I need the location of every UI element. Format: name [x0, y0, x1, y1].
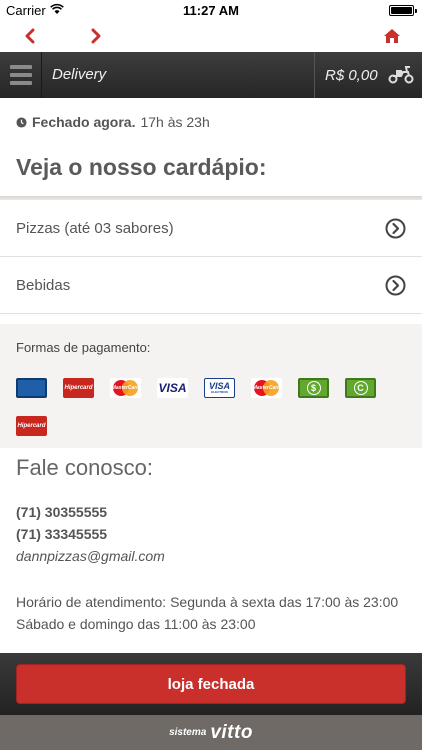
- circle-chevron-right-icon: [385, 275, 406, 296]
- phone-number[interactable]: (71) 33345555: [16, 526, 107, 542]
- clock-icon: [16, 116, 27, 128]
- back-button[interactable]: [18, 24, 42, 48]
- circle-chevron-right-icon: [385, 218, 406, 239]
- footer-bar: loja fechada: [0, 653, 422, 715]
- brand-prefix: sistema: [169, 727, 207, 738]
- hamburger-icon: [9, 65, 32, 69]
- brand-logo: vitto: [210, 721, 253, 743]
- phone-number[interactable]: (71) 30355555: [16, 504, 107, 520]
- clock-time: 11:27 AM: [183, 3, 239, 18]
- visa-card-icon: VISA: [157, 378, 188, 398]
- payment-title: Formas de pagamento:: [16, 340, 151, 355]
- store-closed-label: Fechado agora.: [32, 114, 136, 130]
- battery-icon: [389, 5, 417, 16]
- chevron-right-icon: [91, 28, 101, 44]
- app-header: Delivery R$ 0,00: [0, 52, 422, 98]
- visa-electron-card-icon: VISA ELECTRON: [204, 378, 235, 398]
- check-icon: C: [345, 378, 376, 398]
- opening-hours-weekend: Sábado e domingo das 11:00 às 23:00: [16, 616, 256, 632]
- category-bebidas[interactable]: Bebidas: [0, 257, 422, 314]
- category-pizzas[interactable]: Pizzas (até 03 sabores): [0, 200, 422, 257]
- cart-button[interactable]: R$ 0,00: [314, 52, 422, 98]
- hipercard-card-icon: Hipercard: [16, 416, 47, 436]
- amex-card-icon: [16, 378, 47, 398]
- category-label: Bebidas: [16, 277, 71, 294]
- nav-bar: [0, 20, 422, 52]
- header-title: Delivery: [52, 66, 107, 83]
- home-button[interactable]: [380, 24, 404, 48]
- status-bar: Carrier 11:27 AM: [0, 0, 422, 20]
- forward-button[interactable]: [84, 24, 108, 48]
- store-closed-button[interactable]: loja fechada: [16, 664, 406, 704]
- mastercard-card-icon: MasterCard: [110, 378, 141, 398]
- store-status: Fechado agora. 17h às 23h: [16, 114, 210, 130]
- brand-bar: sistema vitto: [0, 715, 422, 750]
- chevron-left-icon: [25, 28, 35, 44]
- opening-hours-weekdays: Horário de atendimento: Segunda à sexta …: [16, 594, 399, 610]
- menu-heading: Veja o nosso cardápio:: [16, 154, 267, 180]
- cash-icon: $: [298, 378, 329, 398]
- payment-methods-row: Hipercard: [16, 416, 47, 436]
- menu-button[interactable]: [0, 52, 42, 98]
- scooter-icon: [388, 66, 414, 84]
- cart-total: R$ 0,00: [325, 67, 378, 84]
- payment-methods-row: Hipercard MasterCard VISA VISA ELECTRON M…: [16, 378, 376, 398]
- mastercard-card-icon: MasterCard: [251, 378, 282, 398]
- store-hours: 17h às 23h: [140, 114, 210, 130]
- category-label: Pizzas (até 03 sabores): [16, 220, 174, 237]
- hipercard-card-icon: Hipercard: [63, 378, 94, 398]
- email-link[interactable]: dannpizzas@gmail.com: [16, 548, 165, 564]
- home-icon: [384, 29, 400, 43]
- contact-title: Fale conosco:: [16, 455, 153, 480]
- payment-section: Formas de pagamento: Hipercard MasterCar…: [0, 324, 422, 448]
- contact-section: Fale conosco: (71) 30355555 (71) 3334555…: [0, 448, 422, 653]
